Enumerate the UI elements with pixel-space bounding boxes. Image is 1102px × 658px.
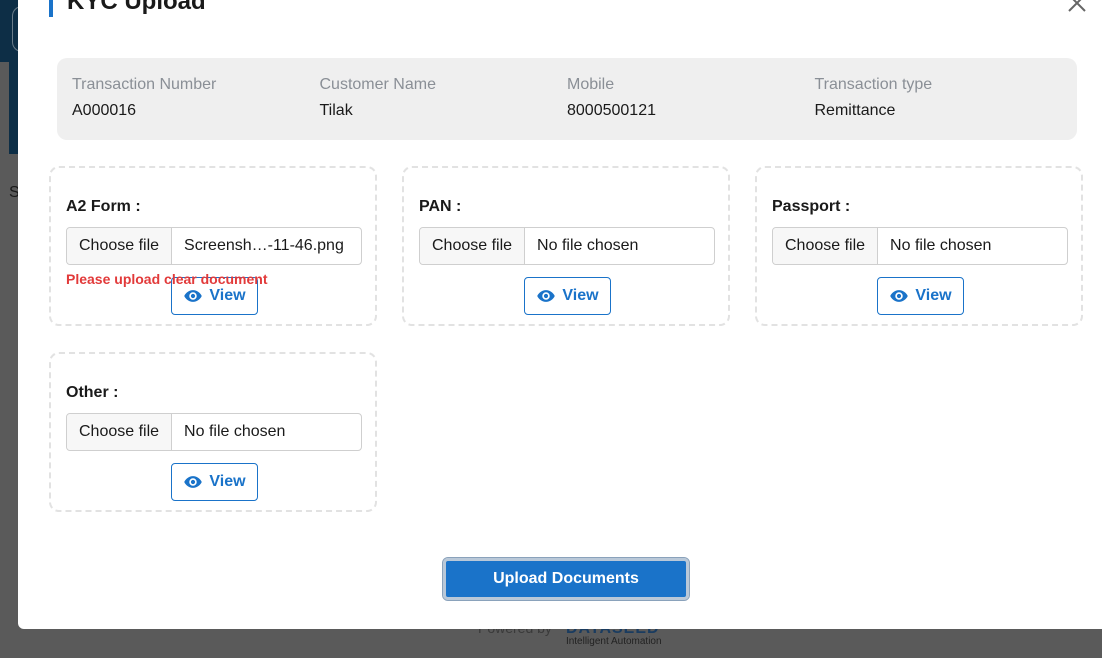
transaction-number-field: Transaction Number A000016 [72,76,320,140]
eye-icon [537,290,556,302]
other-label: Other : [66,384,119,401]
other-view-label: View [209,473,246,490]
transaction-info-card: Transaction Number A000016 Customer Name… [57,58,1077,140]
a2-form-file-name: Screensh…-11-46.png [184,237,344,254]
close-button[interactable] [1066,0,1088,14]
customer-name-value: Tilak [319,102,353,119]
eye-icon [184,290,203,302]
transaction-number-label: Transaction Number [72,76,217,93]
eye-icon [184,476,203,488]
pan-file-name: No file chosen [537,237,639,254]
transaction-type-field: Transaction type Remittance [815,76,1063,140]
other-choose-file-button[interactable]: Choose file [67,414,173,450]
passport-file-input[interactable]: Choose file No file chosen [772,227,1068,265]
logo-tagline: Intelligent Automation [565,636,662,647]
passport-view-button[interactable]: View [877,277,964,315]
transaction-type-value: Remittance [814,102,896,119]
a2-form-file-input[interactable]: Choose file Screensh…-11-46.png [66,227,362,265]
customer-name-field: Customer Name Tilak [320,76,568,140]
pan-choose-file-button[interactable]: Choose file [420,228,526,264]
eye-icon [890,290,909,302]
kyc-upload-modal: KYC Upload Transaction Number A000016 Cu… [18,0,1102,629]
a2-form-label: A2 Form : [66,198,141,215]
a2-form-upload-box: A2 Form : Choose file Screensh…-11-46.pn… [49,166,377,326]
passport-choose-file-button[interactable]: Choose file [773,228,879,264]
mobile-field: Mobile 8000500121 [567,76,815,140]
other-file-name: No file chosen [184,423,286,440]
title-accent-bar [49,0,53,17]
upload-documents-button[interactable]: Upload Documents [442,557,690,601]
passport-file-name: No file chosen [890,237,992,254]
other-view-button[interactable]: View [171,463,258,501]
mobile-label: Mobile [567,76,615,93]
passport-upload-box: Passport : Choose file No file chosen Vi… [755,166,1083,326]
modal-title: KYC Upload [67,0,206,15]
pan-view-button[interactable]: View [524,277,611,315]
passport-view-label: View [915,287,952,304]
passport-label: Passport : [772,198,851,215]
transaction-type-label: Transaction type [814,76,933,93]
a2-form-error-message: Please upload clear document [66,271,268,287]
customer-name-label: Customer Name [319,76,436,93]
pan-label: PAN : [419,198,462,215]
other-file-input[interactable]: Choose file No file chosen [66,413,362,451]
transaction-number-value: A000016 [72,102,137,119]
a2-form-choose-file-button[interactable]: Choose file [67,228,173,264]
pan-upload-box: PAN : Choose file No file chosen View [402,166,730,326]
other-upload-box: Other : Choose file No file chosen View [49,352,377,512]
mobile-value: 8000500121 [567,102,656,119]
close-icon [1068,0,1086,12]
pan-view-label: View [562,287,599,304]
a2-form-view-label: View [209,287,246,304]
pan-file-input[interactable]: Choose file No file chosen [419,227,715,265]
